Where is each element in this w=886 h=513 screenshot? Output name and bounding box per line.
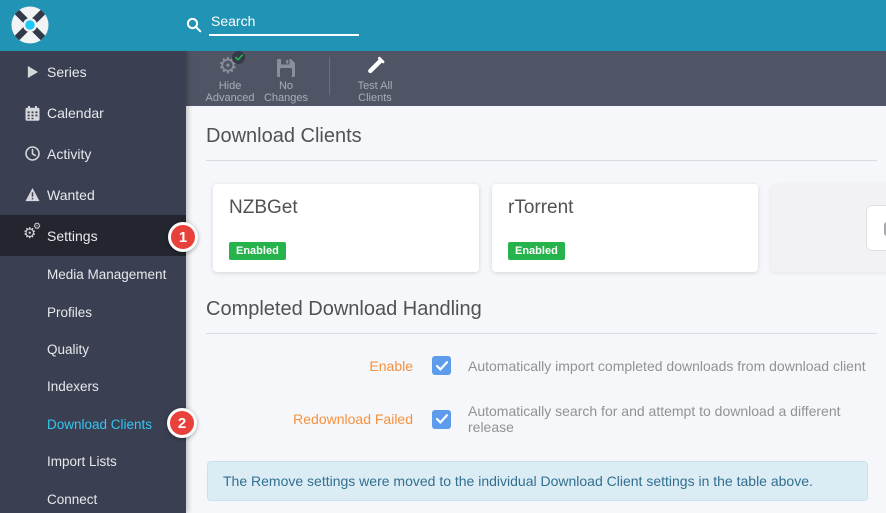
enable-label: Enable	[206, 358, 413, 374]
redownload-failed-label: Redownload Failed	[206, 411, 413, 427]
redownload-failed-help-text: Automatically search for and attempt to …	[468, 403, 877, 435]
sidebar-item-settings[interactable]: ⚙⚙ Settings	[0, 215, 186, 256]
play-icon	[25, 64, 40, 80]
sidebar: Series Calendar	[0, 51, 186, 513]
add-client-button[interactable]	[866, 205, 886, 251]
step-badge-1: 1	[168, 222, 198, 252]
search-input[interactable]	[209, 13, 359, 36]
sidebar-item-label: Wanted	[47, 187, 95, 203]
enable-help-text: Automatically import completed downloads…	[468, 358, 866, 374]
checkbox-check-icon	[436, 414, 448, 424]
gear-check-icon: ⚙	[218, 54, 242, 78]
sidebar-item-media-management[interactable]: Media Management	[0, 256, 186, 293]
download-client-card-nzbget[interactable]: NZBGet Enabled	[213, 184, 479, 272]
checkbox-check-icon	[436, 361, 448, 371]
sidebar-item-connect[interactable]: Connect	[0, 480, 186, 513]
client-name: NZBGet	[229, 197, 463, 219]
sidebar-item-label: Activity	[47, 146, 91, 162]
download-clients-heading: Download Clients	[206, 106, 877, 161]
hide-advanced-label: Hide Advanced	[206, 81, 255, 104]
test-all-clients-label: Test All Clients	[358, 81, 393, 104]
sidebar-item-import-lists[interactable]: Import Lists	[0, 443, 186, 480]
sidebar-subitem-label: Quality	[47, 342, 89, 357]
sidebar-item-label: Series	[47, 64, 87, 80]
sidebar-item-label: Calendar	[47, 105, 104, 121]
settings-content: Download Clients NZBGet Enabled rTorrent…	[186, 106, 886, 513]
sonarr-logo[interactable]	[11, 6, 49, 44]
toolbar: ⚙ Hide Advanced No Changes	[186, 51, 886, 106]
sidebar-item-activity[interactable]: Activity	[0, 134, 186, 175]
test-all-clients-button[interactable]: Test All Clients	[348, 53, 402, 104]
sidebar-item-profiles[interactable]: Profiles	[0, 293, 186, 330]
search-bar	[186, 13, 359, 38]
sidebar-subitem-label: Profiles	[47, 305, 92, 320]
sidebar-item-label: Settings	[47, 228, 98, 244]
sidebar-item-calendar[interactable]: Calendar	[0, 93, 186, 134]
warning-icon	[25, 187, 40, 203]
clock-icon	[25, 146, 40, 162]
sidebar-item-wanted[interactable]: Wanted	[0, 174, 186, 215]
sonarr-logo-icon	[11, 6, 49, 44]
enable-checkbox[interactable]	[432, 356, 451, 375]
no-changes-label: No Changes	[264, 81, 308, 104]
sidebar-subitem-label: Connect	[47, 492, 97, 507]
gears-icon: ⚙⚙	[25, 228, 40, 244]
sidebar-subitem-label: Indexers	[47, 379, 99, 394]
redownload-failed-row: Redownload Failed Automatically search f…	[206, 403, 877, 435]
step-badge-2: 2	[167, 408, 197, 438]
add-download-client-card	[771, 184, 886, 272]
test-tube-icon	[363, 53, 387, 78]
top-bar	[0, 0, 886, 51]
sidebar-item-indexers[interactable]: Indexers	[0, 368, 186, 405]
redownload-failed-checkbox[interactable]	[432, 410, 451, 429]
sidebar-item-download-clients[interactable]: Download Clients	[0, 406, 186, 443]
save-icon	[276, 53, 296, 78]
remove-settings-notice: The Remove settings were moved to the in…	[207, 461, 868, 501]
app-window: Series Calendar	[0, 0, 886, 513]
completed-download-handling-heading: Completed Download Handling	[206, 272, 877, 334]
client-name: rTorrent	[508, 197, 742, 219]
download-client-card-rtorrent[interactable]: rTorrent Enabled	[492, 184, 758, 272]
hide-advanced-button[interactable]: ⚙ Hide Advanced	[203, 53, 257, 104]
calendar-icon	[25, 105, 40, 121]
sidebar-subitem-label: Import Lists	[47, 454, 117, 469]
no-changes-button[interactable]: No Changes	[259, 53, 313, 104]
status-badge: Enabled	[508, 242, 565, 260]
sidebar-subitem-label: Media Management	[47, 267, 166, 282]
sidebar-item-quality[interactable]: Quality	[0, 331, 186, 368]
status-badge: Enabled	[229, 242, 286, 260]
sidebar-item-series[interactable]: Series	[0, 52, 186, 93]
sidebar-subitem-label: Download Clients	[47, 417, 152, 432]
enable-row: Enable Automatically import completed do…	[206, 356, 877, 375]
download-client-cards: NZBGet Enabled rTorrent Enabled	[213, 184, 877, 272]
toolbar-divider	[329, 57, 330, 95]
search-icon	[186, 17, 202, 38]
